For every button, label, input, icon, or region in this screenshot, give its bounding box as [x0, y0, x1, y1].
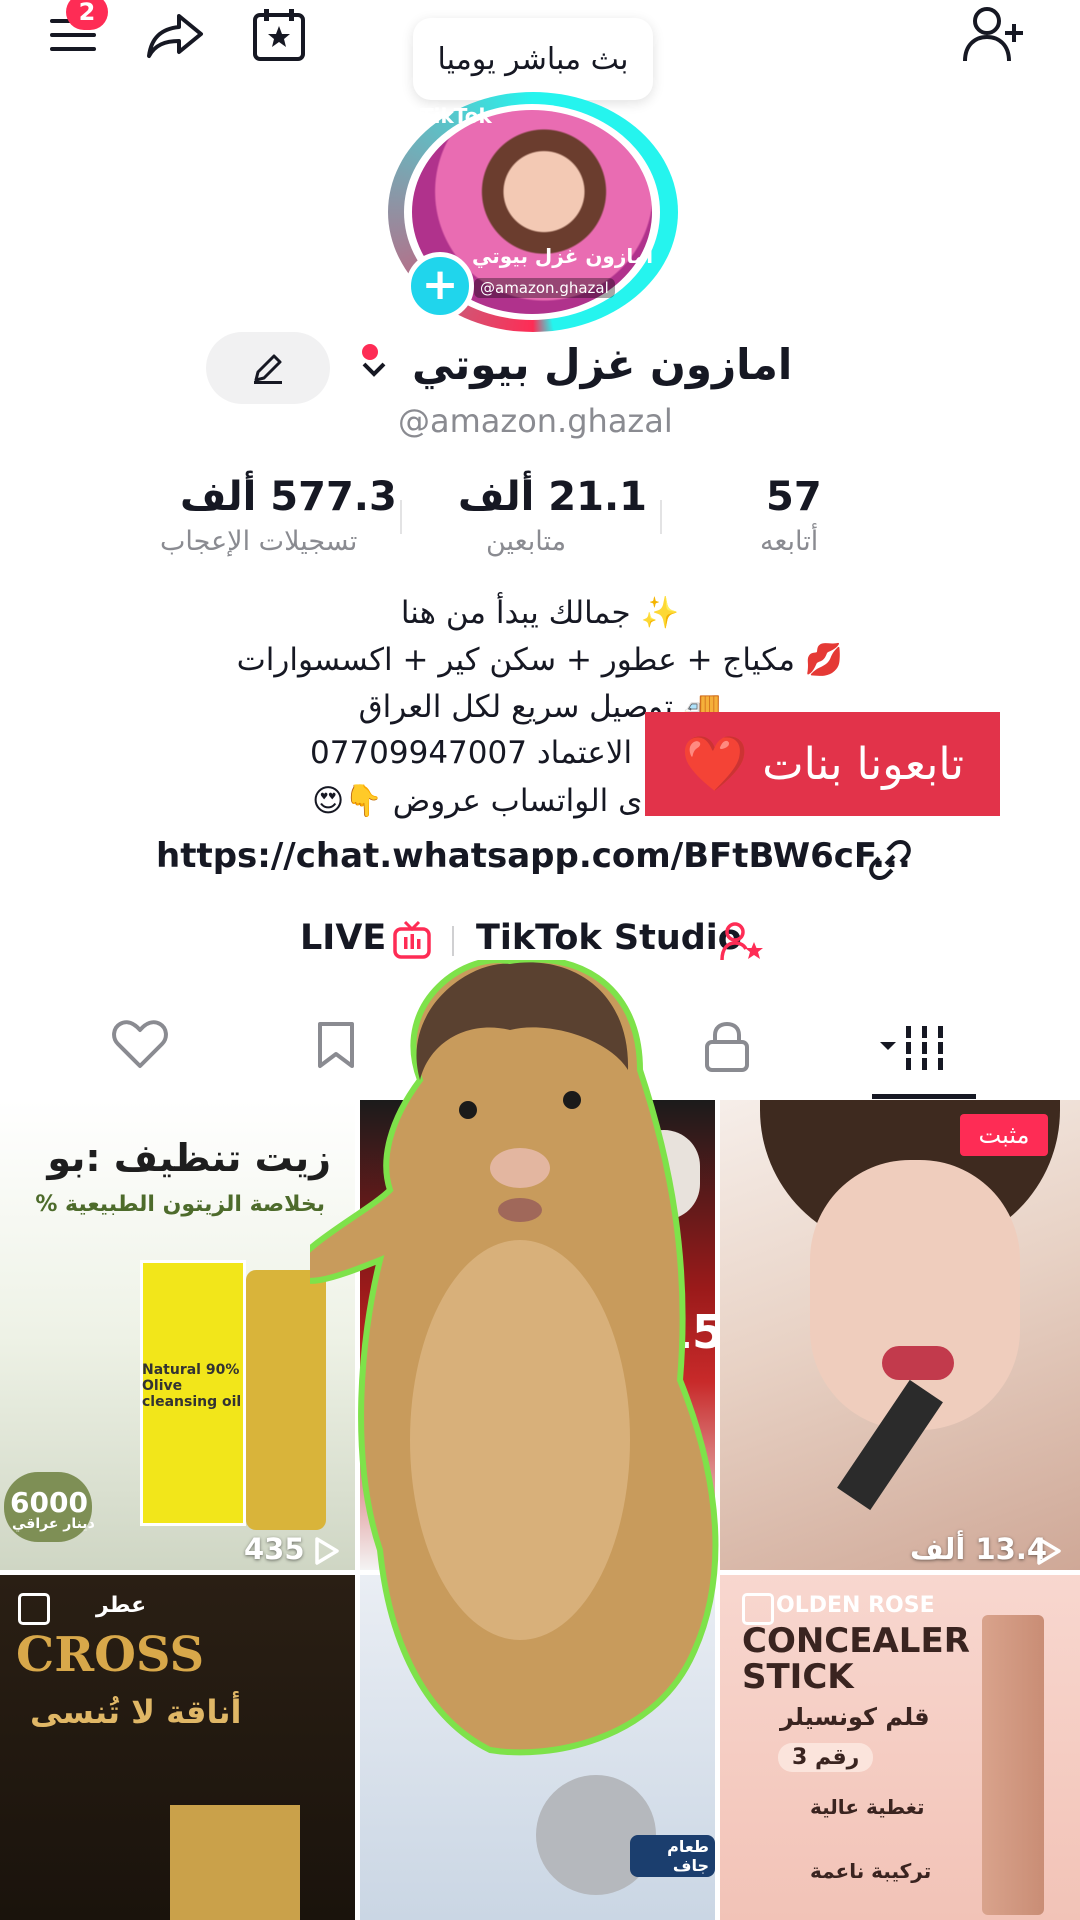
- hamster-sticker: [286, 956, 750, 1804]
- add-story-button[interactable]: +: [406, 252, 474, 320]
- play-icon: [1036, 1536, 1062, 1570]
- video-thumbnail[interactable]: OLDEN ROSE CONCEALER STICK قلم كونسيلر ر…: [720, 1575, 1080, 1920]
- live-shortcut[interactable]: LIVE: [300, 918, 386, 958]
- view-count: 435: [244, 1532, 305, 1566]
- stats-divider: [660, 500, 662, 534]
- thumb-feature: تركيبة ناعمة: [810, 1859, 932, 1883]
- bio-line: 💋 مكياج + عطور + سكن كير + اكسسوارات: [236, 642, 844, 678]
- thumb-tagline: أناقة لا تُنسى: [30, 1693, 242, 1731]
- avatar-handle-text: @amazon.ghazal: [474, 278, 615, 298]
- followers-label: متابعين: [486, 526, 567, 557]
- video-thumbnail[interactable]: عطر CROSS أناقة لا تُنسى: [0, 1575, 355, 1920]
- followers-count[interactable]: 21.1 ألف: [458, 474, 647, 520]
- bio-link[interactable]: https://chat.whatsapp.com/BFtBW6cF...: [156, 836, 911, 876]
- bio-line: ى الواتساب عروض 👇😍: [312, 783, 643, 819]
- select-checkbox[interactable]: [18, 1593, 50, 1625]
- video-thumbnail[interactable]: زيت تنظيف :بو بخلاصة الزيتون الطبيعية % …: [0, 1100, 355, 1570]
- follow-us-banner: تابعونا بنات ❤️: [645, 712, 1000, 816]
- avatar-brand: TikTok: [420, 104, 492, 128]
- display-name: امازون غزل بيوتي: [412, 340, 793, 389]
- thumb-brand: CROSS: [16, 1627, 205, 1683]
- thumb-feature: تغطية عالية: [810, 1795, 925, 1819]
- menu-icon[interactable]: 2: [38, 0, 108, 70]
- edit-profile-button[interactable]: [206, 332, 330, 404]
- likes-count[interactable]: 577.3 ألف: [180, 474, 397, 520]
- tiktok-studio-shortcut[interactable]: TikTok Studio: [476, 918, 742, 958]
- thumb-title: عطر: [96, 1593, 147, 1618]
- follow-banner-text: تابعونا بنات: [762, 738, 965, 790]
- thumb-lips: [882, 1346, 954, 1380]
- thumb-title: CONCEALER STICK: [742, 1621, 970, 1697]
- heart-icon: ❤️: [680, 732, 749, 795]
- bio-line: ✨ جمالك يبدأ من هنا: [400, 595, 680, 631]
- thumb-price: 6000: [10, 1486, 88, 1519]
- thumb-product: Natural 90% Olive cleansing oil: [142, 1362, 242, 1410]
- perfume-bottle: [170, 1805, 300, 1920]
- add-friend-icon[interactable]: [958, 0, 1028, 70]
- link-icon: [868, 838, 912, 886]
- concealer-stick: [982, 1615, 1044, 1915]
- thumb-label: طعام جاف: [630, 1835, 715, 1877]
- notification-badge: 2: [66, 0, 108, 30]
- active-tab-indicator: [872, 1094, 976, 1099]
- username-handle: @amazon.ghazal: [398, 402, 673, 440]
- account-switch-chevron-icon[interactable]: [356, 344, 392, 388]
- likes-label: تسجيلات الإعجاب: [160, 526, 358, 557]
- stats-divider: [400, 500, 402, 534]
- following-count[interactable]: 57: [766, 474, 822, 520]
- thumb-subtitle: بخلاصة الزيتون الطبيعية %: [35, 1192, 325, 1217]
- shortcut-divider: [452, 926, 454, 956]
- thumb-number: رقم 3: [778, 1743, 874, 1772]
- view-count: 13.4 ألف: [910, 1532, 1048, 1566]
- videos-tab-grid-icon[interactable]: [878, 1024, 954, 1076]
- thumb-brand-top: OLDEN ROSE: [776, 1593, 935, 1618]
- avatar-name-text: امازون غزل بيوتي: [472, 244, 654, 268]
- video-thumbnail[interactable]: 13.4 ألف: [720, 1100, 1080, 1570]
- calendar-star-icon[interactable]: [244, 0, 314, 70]
- liked-tab-heart-icon[interactable]: [112, 1020, 168, 1074]
- thumb-subtitle: قلم كونسيلر: [780, 1703, 930, 1731]
- share-icon[interactable]: [140, 0, 210, 70]
- thumb-price-unit: دينار عراقي: [12, 1516, 95, 1532]
- pinned-badge: مثبت: [960, 1114, 1048, 1156]
- following-label: أتابعه: [760, 526, 819, 557]
- live-tv-icon[interactable]: [392, 920, 432, 964]
- shortcut-row: LIVE: [300, 918, 386, 958]
- live-schedule-bubble[interactable]: بث مباشر يوميا: [413, 18, 653, 100]
- thumb-title: زيت تنظيف :بو: [47, 1136, 331, 1180]
- bio-line: الاعتماد 07709947007: [310, 735, 633, 771]
